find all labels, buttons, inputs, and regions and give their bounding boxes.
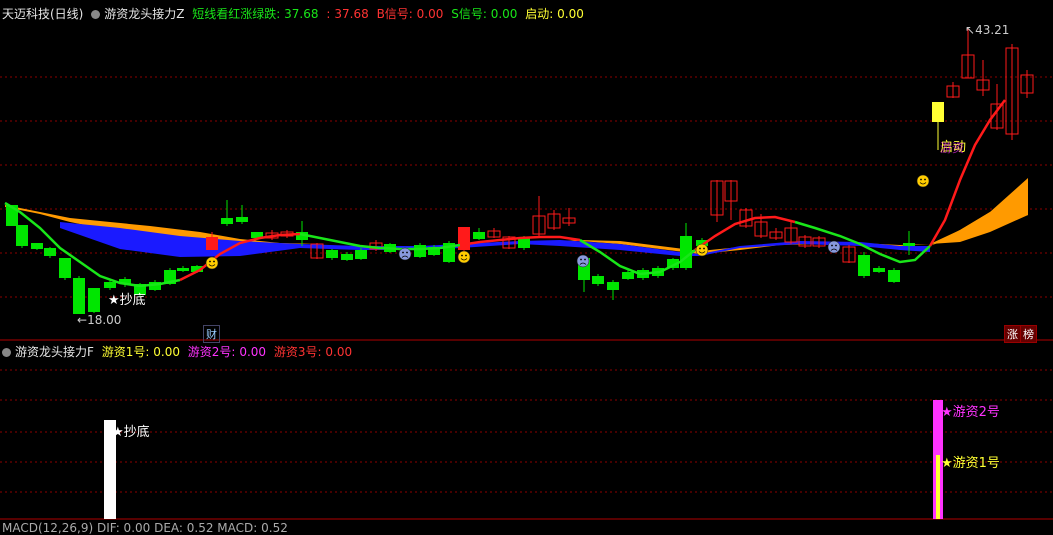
eye bbox=[835, 244, 837, 247]
eye bbox=[699, 247, 701, 250]
face-circle bbox=[916, 174, 930, 188]
indicator-toggle-icon[interactable] bbox=[91, 10, 101, 19]
eye bbox=[213, 260, 215, 263]
main-indicator-name[interactable]: 游资龙头接力Z bbox=[104, 7, 184, 21]
candle-body bbox=[88, 288, 100, 312]
candle-body bbox=[59, 258, 71, 278]
strategy-value-1: 37.68 bbox=[284, 7, 319, 21]
face-circle bbox=[695, 243, 709, 257]
y1-signal-bar bbox=[936, 455, 940, 519]
candle-body bbox=[592, 276, 604, 284]
eye bbox=[209, 260, 211, 263]
strategy-value-2: 37.68 bbox=[334, 7, 369, 21]
start-label: 启动: bbox=[525, 7, 554, 21]
face-circle bbox=[576, 254, 590, 268]
candle-body bbox=[44, 248, 56, 256]
candle-body bbox=[355, 250, 367, 259]
face-circle bbox=[457, 250, 471, 264]
candle-body bbox=[932, 102, 944, 122]
candle-body bbox=[341, 254, 353, 260]
b-signal-value: 0.00 bbox=[416, 7, 444, 21]
eye bbox=[584, 258, 586, 261]
y2-label: 游资2号: bbox=[187, 345, 236, 359]
start-signal-sub: 游资 bbox=[940, 141, 965, 155]
smiley-icon bbox=[916, 174, 930, 188]
candle-body bbox=[16, 225, 28, 246]
indicator-toggle-icon[interactable] bbox=[2, 348, 11, 357]
bottom-signal-label: ★抄底 bbox=[108, 293, 146, 308]
candle-body bbox=[326, 250, 338, 258]
y1-label: 游资1号: bbox=[101, 345, 150, 359]
smiley-icon bbox=[457, 250, 471, 264]
candle-body bbox=[31, 243, 43, 249]
eye bbox=[580, 258, 582, 261]
eye bbox=[402, 251, 404, 254]
candle-body bbox=[518, 238, 530, 248]
macd-header[interactable]: MACD(12,26,9) DIF: 0.00 DEA: 0.52 MACD: … bbox=[2, 521, 288, 535]
candle-body bbox=[458, 227, 470, 250]
eye bbox=[465, 254, 467, 257]
low-price-label: ←18.00 bbox=[77, 313, 122, 327]
y2-value: 0.00 bbox=[239, 345, 267, 359]
candle-body bbox=[622, 272, 634, 279]
main-header: 天迈科技(日线) 游资龙头接力Z 短线看红涨绿跌: 37.68 :37.68 B… bbox=[2, 7, 584, 21]
candle-body bbox=[73, 278, 85, 314]
b-signal-label: B信号: bbox=[376, 7, 413, 21]
sub-header: 游资龙头接力F 游资1号: 0.00 游资2号: 0.00 游资3号: 0.00 bbox=[2, 343, 356, 360]
eye bbox=[831, 244, 833, 247]
frown-icon bbox=[827, 240, 841, 254]
orange-rise-band bbox=[930, 178, 1028, 246]
y3-label: 游资3号: bbox=[273, 345, 322, 359]
candle-body bbox=[680, 236, 692, 268]
candle-body bbox=[177, 268, 189, 271]
eye bbox=[461, 254, 463, 257]
face-circle bbox=[205, 256, 219, 270]
list-tag[interactable]: 榜 bbox=[1020, 325, 1037, 343]
finance-tag[interactable]: 财 bbox=[203, 325, 220, 343]
stock-title[interactable]: 天迈科技(日线) bbox=[2, 7, 83, 21]
face-circle bbox=[827, 240, 841, 254]
price-chart[interactable] bbox=[0, 0, 1053, 340]
candle-body bbox=[206, 237, 218, 250]
candle-body bbox=[607, 282, 619, 290]
y1-value: 0.00 bbox=[153, 345, 180, 359]
candle-body bbox=[104, 282, 116, 288]
eye bbox=[703, 247, 705, 250]
frown-icon bbox=[398, 247, 412, 261]
high-price-label: ↖43.21 bbox=[965, 23, 1010, 37]
start-value: 0.00 bbox=[557, 7, 584, 21]
s-signal-value: 0.00 bbox=[490, 7, 518, 21]
eye bbox=[920, 178, 922, 181]
candle-body bbox=[221, 218, 233, 224]
candle-body bbox=[414, 245, 426, 257]
candle-body bbox=[873, 268, 885, 272]
candle-body bbox=[903, 243, 915, 246]
candle-body bbox=[888, 270, 900, 282]
rise-tag[interactable]: 涨 bbox=[1004, 325, 1021, 343]
eye bbox=[924, 178, 926, 181]
eye bbox=[406, 251, 408, 254]
strategy-label: 短线看红涨绿跌: bbox=[192, 7, 281, 21]
face-circle bbox=[398, 247, 412, 261]
frown-icon bbox=[576, 254, 590, 268]
sub-y1-mark: ★游资1号 bbox=[941, 456, 1000, 471]
sub-bottom-label: ★抄底 bbox=[112, 425, 150, 440]
sub-y2-mark: ★游资2号 bbox=[941, 405, 1000, 420]
smiley-icon bbox=[205, 256, 219, 270]
smiley-icon bbox=[695, 243, 709, 257]
s-signal-label: S信号: bbox=[451, 7, 487, 21]
candle-body bbox=[473, 232, 485, 239]
candle-body bbox=[236, 217, 248, 222]
y3-value: 0.00 bbox=[325, 345, 353, 359]
sub-indicator-name[interactable]: 游资龙头接力F bbox=[15, 345, 94, 359]
candle-body bbox=[858, 255, 870, 276]
